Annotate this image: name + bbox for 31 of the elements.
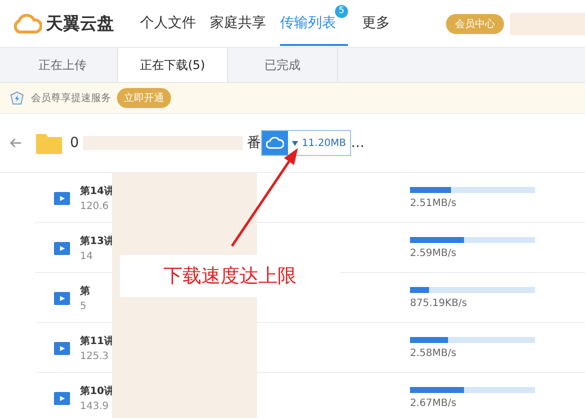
nav-tab[interactable]: 传输列表 5	[280, 2, 348, 46]
transfer-tab[interactable]: 已完成	[228, 48, 338, 82]
nav-tab[interactable]: 更多	[362, 2, 390, 46]
nav-tab[interactable]: 家庭共享	[210, 2, 266, 46]
banner-text: 会员尊享提速服务	[31, 92, 111, 105]
download-speed: 2.58MB/s	[410, 348, 458, 358]
ellipsis-text: ...	[351, 135, 364, 151]
annotation-text: 下载速度达上限	[164, 264, 296, 289]
file-size: 14	[80, 250, 94, 262]
file-size: 125.3	[80, 350, 110, 362]
file-size: 5	[80, 300, 88, 312]
transfer-tab[interactable]: 正在下载(5)	[118, 48, 228, 82]
nav-tab[interactable]: 个人文件	[140, 2, 196, 46]
file-name: 第	[80, 284, 91, 298]
folder-name: 0	[70, 135, 79, 151]
cloud-logo-icon	[12, 14, 42, 34]
download-speed: 2.59MB/s	[410, 248, 458, 258]
download-speed: 875.19KB/s	[410, 298, 468, 308]
back-arrow-icon[interactable]	[10, 138, 22, 148]
folder-name: 番	[246, 134, 261, 152]
file-size: 120.6	[80, 200, 110, 212]
count-badge: 5	[335, 4, 348, 18]
cloud-sync-icon	[266, 137, 284, 149]
folder-icon	[36, 132, 62, 154]
down-triangle-icon	[292, 140, 298, 146]
rocket-badge-icon	[9, 90, 25, 106]
app-logo-text: 天翼云盘	[46, 13, 114, 35]
total-speed-text: 11.20MB	[300, 138, 348, 148]
file-size: 143.9	[80, 400, 110, 412]
download-speed: 2.67MB/s	[410, 398, 458, 408]
download-speed: 2.51MB/s	[410, 198, 458, 208]
